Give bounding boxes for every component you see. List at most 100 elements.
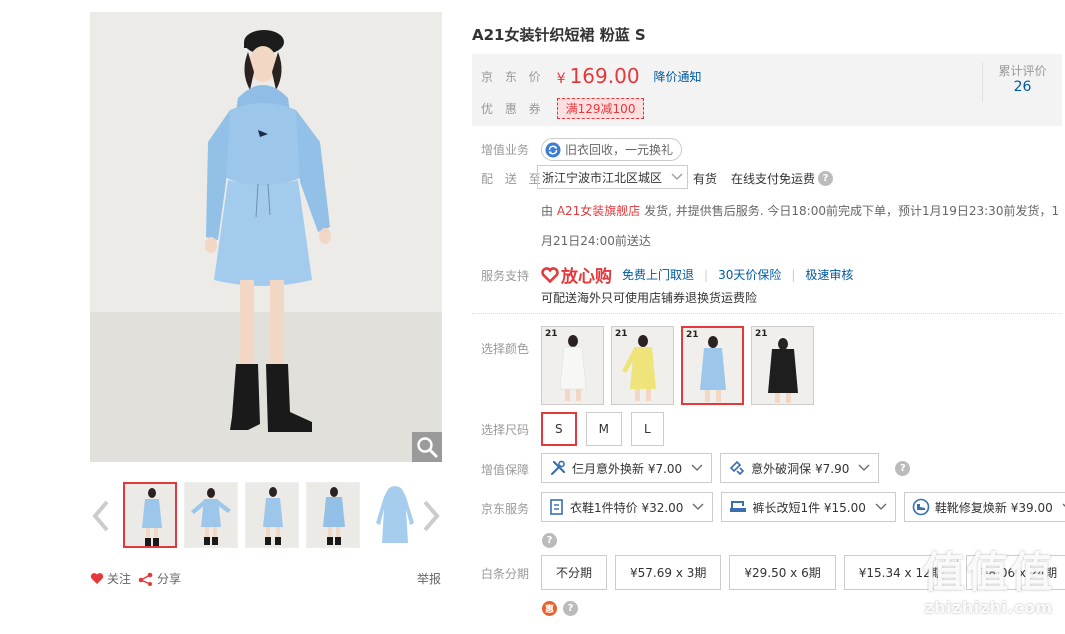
share-icon [138,572,153,586]
jd-service-option-clothes-label: 衣鞋1件特价 ¥32.00 [570,500,684,515]
price-notify-link[interactable]: 降价通知 [654,68,702,85]
price-value: 169.00 [569,64,640,88]
service-divider: | [791,267,796,282]
jd-service-option-pants-label: 裤长改短1件 ¥15.00 [752,500,866,515]
share-button[interactable]: 分享 [138,570,181,587]
chevron-down-icon [858,464,870,471]
jd-service-option-pants[interactable]: 裤长改短1件 ¥15.00 [721,492,896,522]
color-option-yellow[interactable]: 21 [611,326,674,405]
baitiao-label: 白条分期 [481,567,530,581]
zoom-button[interactable] [412,432,442,462]
installment-none[interactable]: 不分期 [541,555,608,590]
share-label: 分享 [157,572,182,586]
shop-name-link[interactable]: A21女装旗舰店 [557,204,640,218]
heart-outline-icon [541,266,559,283]
document-icon [550,499,563,515]
brand-tag: 21 [545,329,558,339]
address-value: 浙江宁波市江北区城区 [542,170,663,185]
service-label: 服务支持 [481,269,530,283]
chevron-right-icon[interactable] [421,496,441,536]
help-icon[interactable]: ? [563,601,578,616]
guarantee-option-hole[interactable]: 意外破洞保 ¥7.90 [720,453,880,483]
chevron-down-icon [875,503,887,510]
heart-icon [90,573,104,584]
size-label: 选择尺码 [481,423,530,437]
jd-service-option-clothes[interactable]: 衣鞋1件特价 ¥32.00 [541,492,714,522]
tools-icon [550,460,566,476]
follow-button[interactable]: 关注 [90,570,131,587]
chevron-down-icon [692,503,704,510]
follow-label: 关注 [107,572,132,586]
section-divider [472,313,1062,314]
shoe-repair-icon [912,498,930,516]
fangxin-label: 放心购 [561,267,612,287]
repair-icon [730,460,745,476]
size-option-s[interactable]: S [541,412,577,446]
help-icon[interactable]: ? [818,171,834,186]
discount-icon[interactable]: 惠 [542,601,557,616]
stock-status: 有货 [693,172,718,186]
thumbnail-side-arms[interactable] [184,482,238,548]
watermark-logo: 值值值 [922,548,1055,597]
service-row: 放心购 免费上门取退 | 30天价保险 | 极速审核 [541,262,853,287]
thumbnail-front-walk[interactable] [245,482,299,548]
comment-count-box[interactable]: 累计评价 26 [982,62,1062,102]
chevron-down-icon [671,173,683,180]
service-item-price-protect[interactable]: 30天价保险 [718,266,781,283]
watermark: 值值值 zhizhizhi.com [916,548,1061,632]
service-item-pickup[interactable]: 免费上门取退 [622,266,694,283]
service-divider: | [704,267,709,282]
guarantee-option-hole-label: 意外破洞保 ¥7.90 [751,461,850,476]
guarantee-label: 增值保障 [481,463,530,477]
coupon-badge[interactable]: 满129减100 [556,98,645,119]
service-note: 可配送海外只可使用店铺券退换货运费险 [541,291,758,305]
installment-6[interactable]: ¥29.50 x 6期 [729,555,836,590]
brand-tag: 21 [755,329,768,339]
thumbnail-back[interactable] [306,482,360,548]
size-option-l[interactable]: L [630,412,664,446]
coupon-row: 优 惠 券 满129减100 [481,98,645,119]
promo-row: 惠 ? [542,601,578,616]
price-row: 京 东 价 ¥169.00 降价通知 [481,64,702,88]
value-added-label: 增值业务 [481,143,530,157]
comment-count[interactable]: 26 [983,79,1062,95]
delivery-label: 配 送 至 [481,172,545,186]
recycle-badge[interactable]: 旧衣回收，一元换礼 [541,138,683,161]
main-product-image[interactable] [90,12,442,462]
help-icon[interactable]: ? [895,460,911,476]
ship-prefix: 由 [541,204,557,218]
address-select[interactable]: 浙江宁波市江北区城区 [537,165,688,189]
recycle-icon [545,142,561,157]
chevron-down-icon [691,464,703,471]
fangxin-badge[interactable]: 放心购 [541,262,612,287]
jd-service-option-shoes[interactable]: 鞋靴修复焕新 ¥39.00 [903,492,1065,522]
guarantee-option-replace-label: 仨月意外换新 ¥7.00 [572,461,683,476]
price-summary: 京 东 价 ¥169.00 降价通知 优 惠 券 满129减100 累计评价 2… [472,54,1062,126]
service-item-fast-review[interactable]: 极速审核 [805,266,853,283]
installment-3[interactable]: ¥57.69 x 3期 [615,555,722,590]
thumbnail-flat-lay[interactable] [367,482,421,548]
product-title: A21女装针织短裙 粉蓝 S [472,26,646,44]
thumbnail-strip [123,482,421,548]
coupon-label: 优 惠 券 [481,102,545,116]
thumbnail-front[interactable] [123,482,177,548]
currency-symbol: ¥ [556,71,566,87]
guarantee-option-replace[interactable]: 仨月意外换新 ¥7.00 [541,453,713,483]
recycle-label: 旧衣回收，一元换礼 [565,143,674,157]
color-option-blue[interactable]: 21 [681,326,744,405]
price: ¥169.00 [557,64,640,88]
brand-tag: 21 [615,329,628,339]
help-icon[interactable]: ? [542,533,557,548]
report-link[interactable]: 举报 [417,570,441,587]
color-option-black[interactable]: 21 [751,326,814,405]
jd-service-option-shoes-label: 鞋靴修复焕新 ¥39.00 [934,500,1053,515]
color-label: 选择颜色 [481,342,530,356]
magnifier-icon [417,437,438,458]
color-option-white[interactable]: 21 [541,326,604,405]
price-label: 京 东 价 [481,69,545,84]
chevron-left-icon[interactable] [91,496,111,536]
shipping-info: 由 A21女装旗舰店 发货, 并提供售后服务. 今日18:00前完成下单，预计1… [541,196,1061,256]
size-option-m[interactable]: M [585,412,622,446]
jd-service-label: 京东服务 [481,502,530,516]
sewing-machine-icon [730,501,747,512]
